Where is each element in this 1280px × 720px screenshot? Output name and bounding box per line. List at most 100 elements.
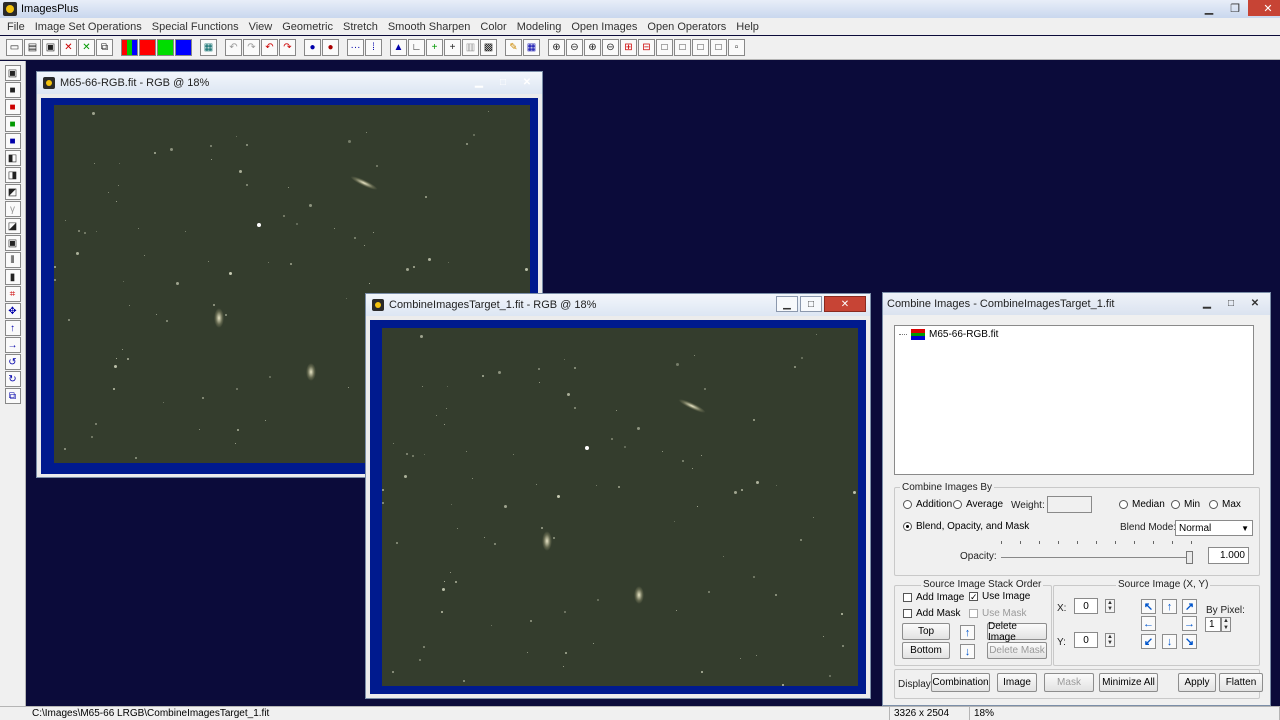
rotate-left-tool-icon[interactable]: ↺ bbox=[4, 354, 21, 370]
levels-tool-icon[interactable]: ◧ bbox=[4, 150, 21, 166]
close-icon[interactable]: ✕ bbox=[1248, 0, 1280, 16]
restore-icon[interactable]: ❐ bbox=[1222, 0, 1248, 16]
menu-special-functions[interactable]: Special Functions bbox=[147, 21, 244, 33]
mask-tool-icon[interactable]: ◩ bbox=[4, 184, 21, 200]
image-button[interactable]: Image bbox=[997, 673, 1037, 692]
combination-button[interactable]: Combination bbox=[931, 673, 990, 692]
close-icon[interactable]: ✕ bbox=[1244, 295, 1266, 311]
redo-all-icon[interactable]: ↷ bbox=[279, 39, 296, 56]
black-point-icon[interactable]: ■ bbox=[4, 82, 21, 98]
arrow-up-left-icon[interactable]: ↖ bbox=[1141, 599, 1156, 614]
median-radio[interactable]: Median bbox=[1119, 499, 1165, 510]
crop-tool-icon[interactable]: ⌗ bbox=[4, 286, 21, 302]
x-offset-field[interactable]: 0 bbox=[1074, 598, 1098, 614]
delete-mask-button[interactable]: Delete Mask bbox=[987, 642, 1047, 659]
minimize-icon[interactable]: ▁ bbox=[1196, 0, 1222, 16]
crosshair-icon[interactable]: + bbox=[444, 39, 461, 56]
menu-file[interactable]: File bbox=[2, 21, 30, 33]
addition-radio[interactable]: Addition bbox=[903, 499, 952, 510]
stamp-icon[interactable]: ▩ bbox=[480, 39, 497, 56]
add-image-checkbox[interactable]: Add Image bbox=[903, 592, 964, 603]
zoom-fit-icon[interactable]: ⊕ bbox=[584, 39, 601, 56]
arrow-down-right-icon[interactable]: ↘ bbox=[1182, 634, 1197, 649]
frame-4-icon[interactable]: □ bbox=[710, 39, 727, 56]
arrow-right-tool-icon[interactable]: → bbox=[4, 337, 21, 353]
minimize-icon[interactable]: ▁ bbox=[1196, 295, 1218, 311]
save-tool-icon[interactable]: ▣ bbox=[4, 65, 21, 81]
move-down-icon[interactable]: ↓ bbox=[960, 644, 975, 659]
blend-mode-select[interactable]: Normal ▼ bbox=[1175, 520, 1253, 536]
frame-2-icon[interactable]: □ bbox=[674, 39, 691, 56]
image-window-target-titlebar[interactable]: CombineImagesTarget_1.fit - RGB @ 18% ▁ … bbox=[366, 294, 870, 316]
opacity-value-field[interactable]: 1.000 bbox=[1208, 547, 1249, 564]
red-tool-icon[interactable]: ■ bbox=[4, 99, 21, 115]
maximize-icon[interactable]: □ bbox=[492, 74, 514, 90]
maximize-icon[interactable]: □ bbox=[1220, 295, 1242, 311]
open-folder-icon[interactable]: ▤ bbox=[24, 39, 41, 56]
curve-icon[interactable]: ∟ bbox=[408, 39, 425, 56]
arrow-up-icon[interactable]: ↑ bbox=[1162, 599, 1177, 614]
crosshair-add-icon[interactable]: + bbox=[426, 39, 443, 56]
use-image-checkbox[interactable]: ✓ Use Image bbox=[969, 591, 1030, 602]
contrast-tool-icon[interactable]: ◨ bbox=[4, 167, 21, 183]
gamma-tool-icon[interactable]: γ bbox=[4, 201, 21, 217]
bar-tool-icon[interactable]: ▮ bbox=[4, 269, 21, 285]
minimize-all-button[interactable]: Minimize All bbox=[1099, 673, 1158, 692]
menu-smooth-sharpen[interactable]: Smooth Sharpen bbox=[383, 21, 476, 33]
stop-icon[interactable]: ● bbox=[322, 39, 339, 56]
bottom-button[interactable]: Bottom bbox=[902, 642, 950, 659]
y-offset-stepper[interactable]: ▲ ▼ bbox=[1105, 633, 1115, 647]
menu-geometric[interactable]: Geometric bbox=[277, 21, 338, 33]
gradient-tool-icon[interactable]: ◪ bbox=[4, 218, 21, 234]
by-pixel-stepper[interactable]: ▲ ▼ bbox=[1221, 617, 1231, 632]
apply-button[interactable]: Apply bbox=[1178, 673, 1216, 692]
undo-all-icon[interactable]: ↶ bbox=[261, 39, 278, 56]
x-offset-stepper[interactable]: ▲ ▼ bbox=[1105, 599, 1115, 613]
mask-button[interactable]: Mask bbox=[1044, 673, 1094, 692]
pencil-icon[interactable]: ✎ bbox=[505, 39, 522, 56]
arrow-down-left-icon[interactable]: ↙ bbox=[1141, 634, 1156, 649]
minimize-icon[interactable]: ▁ bbox=[468, 74, 490, 90]
top-button[interactable]: Top bbox=[902, 623, 950, 640]
by-pixel-field[interactable]: 1 bbox=[1205, 617, 1221, 632]
rotate-right-tool-icon[interactable]: ↻ bbox=[4, 371, 21, 387]
menu-open-operators[interactable]: Open Operators bbox=[642, 21, 731, 33]
green-channel-icon[interactable] bbox=[157, 39, 174, 56]
duplicate-tool-icon[interactable]: ⧉ bbox=[4, 388, 21, 404]
close-icon[interactable]: ✕ bbox=[516, 74, 538, 90]
image-window-target[interactable]: CombineImagesTarget_1.fit - RGB @ 18% ▁ … bbox=[365, 293, 871, 699]
redo-icon[interactable]: ↷ bbox=[243, 39, 260, 56]
zoom-in-icon[interactable]: ⊕ bbox=[548, 39, 565, 56]
menu-help[interactable]: Help bbox=[731, 21, 764, 33]
frame-1-icon[interactable]: □ bbox=[656, 39, 673, 56]
add-mask-checkbox[interactable]: Add Mask bbox=[903, 608, 960, 619]
frame-5-icon[interactable]: ▫ bbox=[728, 39, 745, 56]
dots-icon[interactable]: ··· bbox=[347, 39, 364, 56]
image-window-m65-titlebar[interactable]: M65-66-RGB.fit - RGB @ 18% ▁ □ ✕ bbox=[37, 72, 542, 94]
minimize-image-icon[interactable]: ⊟ bbox=[638, 39, 655, 56]
close-all-icon[interactable]: ✕ bbox=[78, 39, 95, 56]
menu-open-images[interactable]: Open Images bbox=[566, 21, 642, 33]
grid-icon[interactable]: ▦ bbox=[200, 39, 217, 56]
table-icon[interactable]: ▥ bbox=[462, 39, 479, 56]
histogram-icon[interactable]: ▲ bbox=[390, 39, 407, 56]
new-file-icon[interactable]: ▭ bbox=[6, 39, 23, 56]
menu-view[interactable]: View bbox=[244, 21, 278, 33]
opacity-slider[interactable] bbox=[1001, 541, 1193, 564]
blend-opacity-mask-radio[interactable]: Blend, Opacity, and Mask bbox=[903, 521, 1029, 532]
menu-modeling[interactable]: Modeling bbox=[512, 21, 567, 33]
use-mask-checkbox[interactable]: Use Mask bbox=[969, 608, 1026, 619]
mesh-icon[interactable]: ▦ bbox=[523, 39, 540, 56]
blue-channel-icon[interactable] bbox=[175, 39, 192, 56]
blue-tool-icon[interactable]: ■ bbox=[4, 133, 21, 149]
undo-icon[interactable]: ↶ bbox=[225, 39, 242, 56]
rgb-icon[interactable] bbox=[121, 39, 138, 56]
maximize-image-icon[interactable]: ⊞ bbox=[620, 39, 637, 56]
arrow-left-icon[interactable]: ← bbox=[1141, 616, 1156, 631]
y-offset-field[interactable]: 0 bbox=[1074, 632, 1098, 648]
arrow-down-icon[interactable]: ↓ bbox=[1162, 634, 1177, 649]
zoom-out-icon[interactable]: ⊖ bbox=[566, 39, 583, 56]
zoom-actual-icon[interactable]: ⊖ bbox=[602, 39, 619, 56]
move-tool-icon[interactable]: ✥ bbox=[4, 303, 21, 319]
bars-tool-icon[interactable]: ⦀ bbox=[4, 252, 21, 268]
